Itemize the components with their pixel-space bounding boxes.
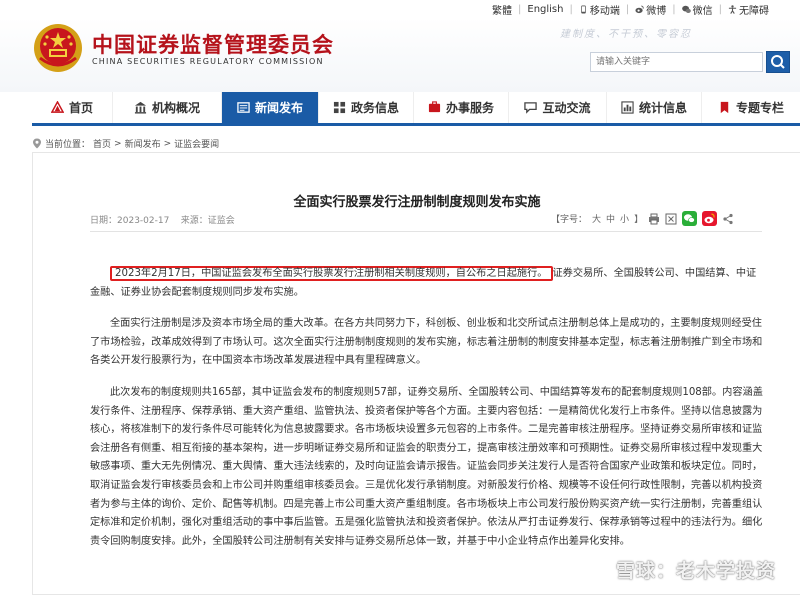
nav-item-special-topics[interactable]: 专题专栏 [701, 92, 800, 123]
nav-label: 办事服务 [445, 101, 494, 115]
location-icon [33, 138, 41, 149]
breadcrumb-home[interactable]: 首页 [93, 137, 111, 150]
accessibility-icon [728, 5, 737, 14]
top-links: 繁體 | English | 移动端 | 微博 | 微信 | 无障碍 [492, 2, 769, 17]
nav-item-gov-info[interactable]: 政务信息 [318, 92, 413, 123]
news-icon [237, 102, 250, 113]
font-size-close: 】 [634, 215, 644, 225]
grid-icon [333, 101, 346, 114]
close-window-icon[interactable] [665, 213, 677, 225]
building-icon [134, 101, 147, 114]
site-header: 中国证券监督管理委员会 CHINA SECURITIES REGULATORY … [0, 18, 800, 92]
nav-item-services[interactable]: 办事服务 [413, 92, 508, 123]
xueqiu-watermark: 雪球：老木学投资 [590, 556, 776, 583]
top-bar: 繁體 | English | 移动端 | 微博 | 微信 | 无障碍 [0, 0, 800, 18]
home-icon [50, 101, 64, 113]
print-icon[interactable] [648, 213, 660, 225]
site-title: 中国证券监督管理委员会 [92, 32, 334, 57]
search-icon [771, 55, 785, 69]
xueqiu-logo-icon [590, 559, 612, 580]
nav-item-statistics[interactable]: 统计信息 [606, 92, 701, 123]
nav-label: 首页 [68, 101, 93, 115]
article-date: 2023-02-17 [117, 216, 170, 226]
divider: | [672, 4, 676, 15]
nav-label: 统计信息 [638, 101, 687, 115]
wechat-icon [681, 5, 691, 14]
chart-icon [621, 101, 634, 114]
article-source: 证监会 [207, 216, 235, 226]
divider: | [518, 4, 522, 15]
weibo-icon [635, 5, 644, 14]
nav-item-home[interactable]: 首页 [32, 92, 112, 123]
weibo-share-icon[interactable] [702, 211, 718, 226]
bookmark-icon [720, 101, 729, 114]
divider: | [718, 4, 722, 15]
weibo-link[interactable]: 微博 [646, 2, 666, 17]
nav-label: 新闻发布 [254, 101, 303, 115]
wechat-link[interactable]: 微信 [693, 2, 713, 17]
wechat-share-icon[interactable] [682, 211, 698, 226]
breadcrumb-prefix: 当前位置： [45, 140, 91, 150]
site-motto: 建制度、不干预、零容忍 [560, 29, 692, 40]
search-button[interactable] [766, 51, 790, 73]
mobile-link[interactable]: 移动端 [590, 2, 620, 17]
font-size-medium[interactable]: 中 [606, 212, 615, 225]
font-size-label: 【字号： [551, 215, 588, 225]
service-icon [428, 101, 441, 113]
divider: | [625, 4, 630, 15]
breadcrumb: 当前位置： 首页 > 新闻发布 > 证监会要闻 [32, 137, 219, 150]
nav-item-about[interactable]: 机构概况 [112, 92, 221, 123]
article-meta: 日期：2023-02-17 来源：证监会 [90, 213, 235, 226]
nav-item-news[interactable]: 新闻发布 [221, 92, 318, 123]
highlighted-lead-sentence: 2023年2月17日，中国证监会发布全面实行股票发行注册制相关制度规则，自公布之… [110, 266, 553, 281]
nav-label: 机构概况 [151, 101, 200, 115]
share-icon[interactable] [722, 213, 734, 225]
article-body: 2023年2月17日，中国证监会发布全面实行股票发行注册制相关制度规则，自公布之… [90, 265, 766, 564]
divider: | [569, 4, 573, 15]
traditional-chinese-link[interactable]: 繁體 [492, 2, 512, 17]
nav-item-interaction[interactable]: 互动交流 [508, 92, 606, 123]
article-tools: 【字号： 大 中 小 】 [551, 211, 734, 226]
breadcrumb-news[interactable]: 新闻发布 [125, 137, 161, 150]
font-size-large[interactable]: 大 [592, 212, 601, 225]
national-emblem-logo[interactable] [32, 22, 84, 74]
source-label: 来源： [180, 216, 208, 226]
english-link[interactable]: English [527, 4, 563, 15]
watermark-text: 雪球：老木学投资 [616, 560, 777, 582]
nav-label: 互动交流 [542, 101, 591, 115]
accessibility-link[interactable]: 无障碍 [739, 2, 769, 17]
breadcrumb-sep: > [114, 138, 122, 149]
article-paragraph: 此次发布的制度规则共165部，其中证监会发布的制度规则57部，证券交易所、全国股… [90, 386, 763, 547]
main-nav: 首页 机构概况 新闻发布 政务信息 办事服务 互动交流 统计信息 专题专栏 [32, 92, 800, 126]
date-label: 日期： [90, 216, 118, 226]
title-divider [90, 231, 762, 232]
nav-label: 专题专栏 [735, 101, 784, 115]
font-size-small[interactable]: 小 [620, 212, 629, 225]
search-input[interactable] [590, 52, 763, 72]
article-title: 全面实行股票发行注册制制度规则发布实施 [293, 195, 541, 210]
breadcrumb-sep: > [163, 138, 172, 149]
article-paragraph: 2023年2月17日，中国证监会发布全面实行股票发行注册制相关制度规则，自公布之… [90, 265, 766, 302]
mobile-icon [581, 5, 586, 14]
site-subtitle: CHINA SECURITIES REGULATORY COMMISSION [92, 57, 324, 66]
breadcrumb-current[interactable]: 证监会要闻 [174, 137, 219, 150]
chat-icon [524, 102, 538, 114]
article-panel: 全面实行股票发行注册制制度规则发布实施 日期：2023-02-17 来源：证监会… [32, 152, 800, 595]
nav-label: 政务信息 [350, 101, 399, 115]
article-paragraph: 全面实行注册制是涉及资本市场全局的重大改革。在各方共同努力下，科创板、创业板和北… [90, 318, 763, 367]
